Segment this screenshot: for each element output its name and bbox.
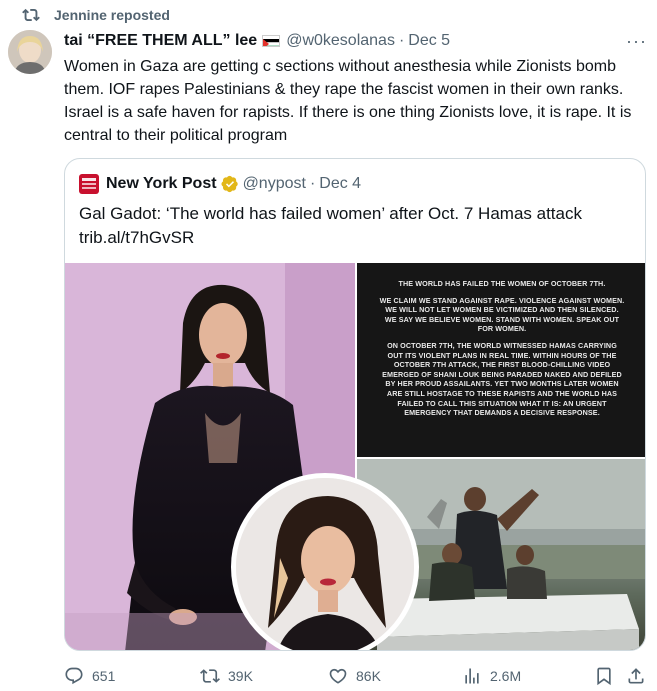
author-name[interactable]: tai “FREE THEM ALL” lee <box>64 32 257 50</box>
tweet-text: Women in Gaza are getting c sections wit… <box>64 58 632 144</box>
header-separator: · <box>398 32 405 49</box>
reply-icon <box>65 667 83 685</box>
quoted-date: Dec 4 <box>319 175 362 192</box>
views-count: 2.6M <box>490 668 522 684</box>
statement-image[interactable]: THE WORLD HAS FAILED THE WOMEN OF OCTOBE… <box>357 263 645 457</box>
reply-button[interactable]: 651 <box>64 666 115 686</box>
views-chart-icon <box>465 668 479 684</box>
more-options-button[interactable]: ··· <box>626 31 647 52</box>
quoted-tweet-header: New York Post @nypost · Dec 4 <box>79 173 361 195</box>
share-button[interactable] <box>626 666 646 686</box>
avatar[interactable] <box>8 30 52 74</box>
statement-paragraph-1: THE WORLD HAS FAILED THE WOMEN OF OCTOBE… <box>398 279 606 288</box>
like-button[interactable]: 86K <box>328 666 381 686</box>
quoted-tweet-text: Gal Gadot: ‘The world has failed women’ … <box>79 204 582 247</box>
heart-icon <box>329 668 347 684</box>
repost-count: 39K <box>228 668 253 684</box>
share-icon <box>628 668 644 684</box>
quoted-separator: · <box>309 175 316 192</box>
repost-button[interactable]: 39K <box>200 666 253 686</box>
tweet-header: tai “FREE THEM ALL” lee @w0kesolanas · D… <box>64 30 647 52</box>
tweet-date[interactable]: Dec 5 <box>408 32 450 50</box>
like-count: 86K <box>356 668 381 684</box>
photo-shani-louk-inset[interactable] <box>231 473 419 650</box>
nypost-logo <box>79 174 99 194</box>
palestine-flag-icon <box>262 35 281 47</box>
repost-label: Jennine reposted <box>54 7 170 23</box>
reply-count: 651 <box>92 668 116 684</box>
views-button[interactable]: 2.6M <box>462 666 521 686</box>
bookmark-button[interactable] <box>594 666 614 686</box>
tweet-actions-bar: 651 39K 86K 2.6M <box>64 664 644 688</box>
verified-badge-icon <box>221 175 238 193</box>
statement-paragraph-2: WE CLAIM WE STAND AGAINST RAPE. VIOLENCE… <box>379 295 625 334</box>
quoted-author-handle: @nypost <box>242 175 306 192</box>
quoted-tweet[interactable]: New York Post @nypost · Dec 4 Gal Gadot:… <box>64 158 646 651</box>
avatar-photo <box>8 30 52 74</box>
quoted-author-name: New York Post <box>106 175 217 192</box>
statement-paragraph-3: ON OCTOBER 7TH, THE WORLD WITNESSED HAMA… <box>382 340 622 418</box>
repost-indicator[interactable]: Jennine reposted <box>22 5 170 25</box>
repost-icon <box>22 8 40 22</box>
retweet-icon <box>200 669 220 683</box>
bookmark-icon <box>597 667 611 686</box>
quoted-media-grid[interactable]: THE WORLD HAS FAILED THE WOMEN OF OCTOBE… <box>65 263 645 650</box>
author-handle[interactable]: @w0kesolanas <box>286 32 395 50</box>
